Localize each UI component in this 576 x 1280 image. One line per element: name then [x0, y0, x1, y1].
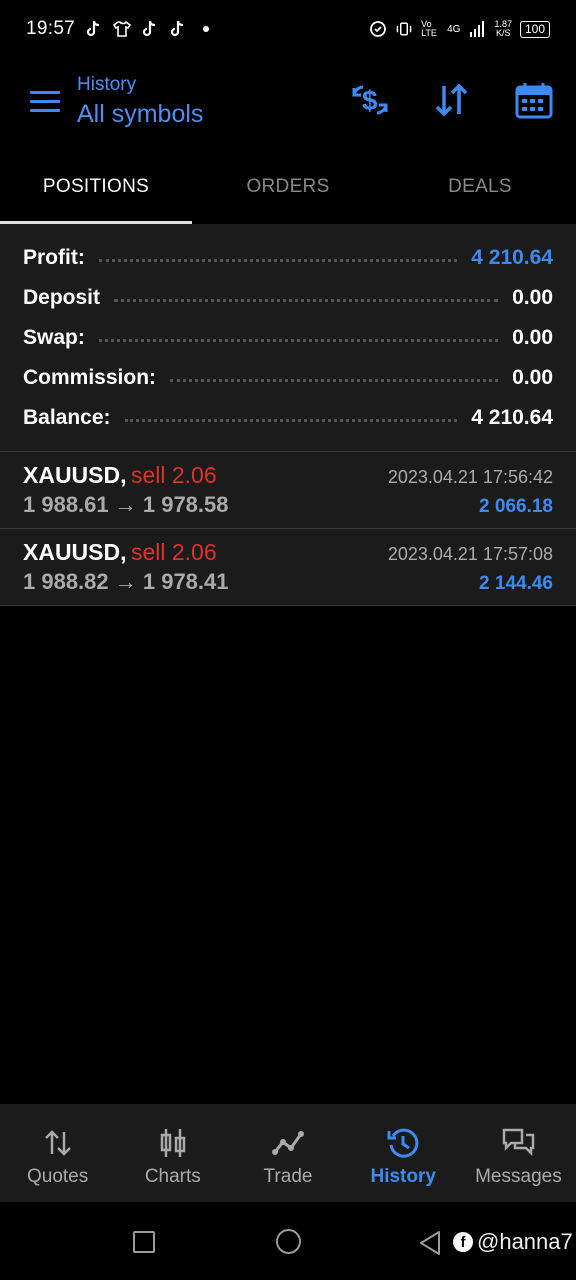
nav-messages-label: Messages — [475, 1166, 562, 1187]
facebook-icon: f — [453, 1232, 473, 1252]
back-icon[interactable] — [418, 1230, 442, 1256]
position-prices: 1 988.61 → 1 978.58 — [23, 492, 229, 517]
position-prices: 1 988.82 → 1 978.41 — [23, 569, 229, 594]
nav-quotes[interactable]: Quotes — [0, 1104, 115, 1202]
commission-label: Commission: — [23, 366, 157, 389]
position-time: 2023.04.21 17:57:08 — [387, 544, 553, 564]
notification-dot-icon — [197, 20, 215, 38]
nav-charts-label: Charts — [144, 1166, 201, 1187]
list-item[interactable]: XAUUSD, sell 2.06 2023.04.21 17:56:42 1 … — [0, 452, 576, 529]
battery-icon: 100 — [519, 20, 550, 38]
network-speed: 1.87 K/S — [494, 20, 512, 38]
tiktok-icon — [141, 20, 159, 38]
commission-row: Commission: 0.00 — [23, 358, 553, 398]
dotted-leader — [124, 418, 458, 422]
bottom-nav: Quotes Charts Trade History Messages — [0, 1104, 576, 1202]
swap-label: Swap: — [23, 326, 85, 349]
quotes-icon — [44, 1130, 71, 1156]
profit-value: 4 210.64 — [471, 246, 553, 269]
nav-history-label: History — [370, 1166, 436, 1187]
home-icon[interactable] — [276, 1229, 301, 1254]
position-side: sell 2.06 — [130, 539, 217, 565]
balance-value: 4 210.64 — [471, 406, 553, 429]
commission-value: 0.00 — [512, 366, 553, 389]
deposit-label: Deposit — [23, 286, 101, 309]
profit-row: Profit: 4 210.64 — [23, 238, 553, 278]
profit-label: Profit: — [23, 246, 85, 269]
currency-exchange-icon[interactable]: $ — [350, 80, 390, 120]
watermark: f @hanna7 — [453, 1229, 573, 1255]
status-bar: 19:57 Vo LTE 4G 1.87 K/S 100 — [0, 0, 576, 58]
nav-trade[interactable]: Trade — [230, 1104, 345, 1202]
position-profit: 2 066.18 — [479, 496, 553, 517]
dotted-leader — [170, 378, 499, 382]
tab-positions[interactable]: POSITIONS — [0, 150, 192, 224]
tab-deals[interactable]: DEALS — [384, 150, 576, 224]
tab-bar: POSITIONS ORDERS DEALS — [0, 150, 576, 224]
nav-trade-label: Trade — [263, 1166, 313, 1187]
tab-orders[interactable]: ORDERS — [192, 150, 384, 224]
dotted-leader — [98, 338, 499, 342]
tiktok-icon — [169, 20, 187, 38]
deposit-row: Deposit 0.00 — [23, 278, 553, 318]
speed-unit: K/S — [495, 28, 511, 38]
shirt-icon — [113, 20, 132, 38]
recents-icon[interactable] — [133, 1231, 155, 1253]
nav-charts[interactable]: Charts — [115, 1104, 230, 1202]
swap-row: Swap: 0.00 — [23, 318, 553, 358]
summary-panel: Profit: 4 210.64 Deposit 0.00 Swap: 0.00… — [0, 224, 576, 452]
position-symbol: XAUUSD, — [23, 539, 127, 565]
position-side: sell 2.06 — [130, 462, 217, 488]
nav-messages[interactable]: Messages — [461, 1104, 576, 1202]
deposit-value: 0.00 — [512, 286, 553, 309]
app-header: History All symbols $ — [0, 58, 576, 150]
header-subtitle: History — [77, 74, 137, 95]
header-titles[interactable]: History All symbols — [77, 74, 203, 129]
nav-history[interactable]: History — [346, 1104, 461, 1202]
position-time: 2023.04.21 17:56:42 — [387, 467, 553, 487]
menu-icon[interactable] — [30, 91, 60, 115]
dotted-leader — [114, 298, 499, 302]
system-nav-bar: f @hanna7 — [0, 1202, 576, 1280]
vibrate-icon — [395, 20, 413, 38]
watermark-text: @hanna7 — [477, 1229, 573, 1254]
nav-quotes-label: Quotes — [26, 1166, 89, 1187]
dotted-leader — [98, 258, 458, 262]
position-profit: 2 144.46 — [479, 573, 553, 594]
position-symbol: XAUUSD, — [23, 462, 127, 488]
clock-check-icon — [369, 20, 387, 38]
volte-label: Vo LTE — [421, 19, 437, 38]
balance-row: Balance: 4 210.64 — [23, 398, 553, 438]
network-label: 4G — [447, 23, 461, 35]
swap-value: 0.00 — [512, 326, 553, 349]
trade-icon — [272, 1131, 304, 1155]
list-item[interactable]: XAUUSD, sell 2.06 2023.04.21 17:57:08 1 … — [0, 529, 576, 606]
tiktok-icon — [85, 20, 103, 38]
balance-label: Balance: — [23, 406, 111, 429]
messages-icon — [503, 1128, 535, 1157]
signal-icon — [468, 20, 486, 38]
svg-text:$: $ — [362, 85, 378, 116]
sort-icon[interactable] — [432, 80, 472, 120]
calendar-icon[interactable] — [514, 80, 554, 120]
header-title: All symbols — [77, 100, 204, 128]
history-icon — [387, 1128, 419, 1158]
charts-icon — [160, 1129, 186, 1157]
status-time: 19:57 — [26, 18, 76, 39]
